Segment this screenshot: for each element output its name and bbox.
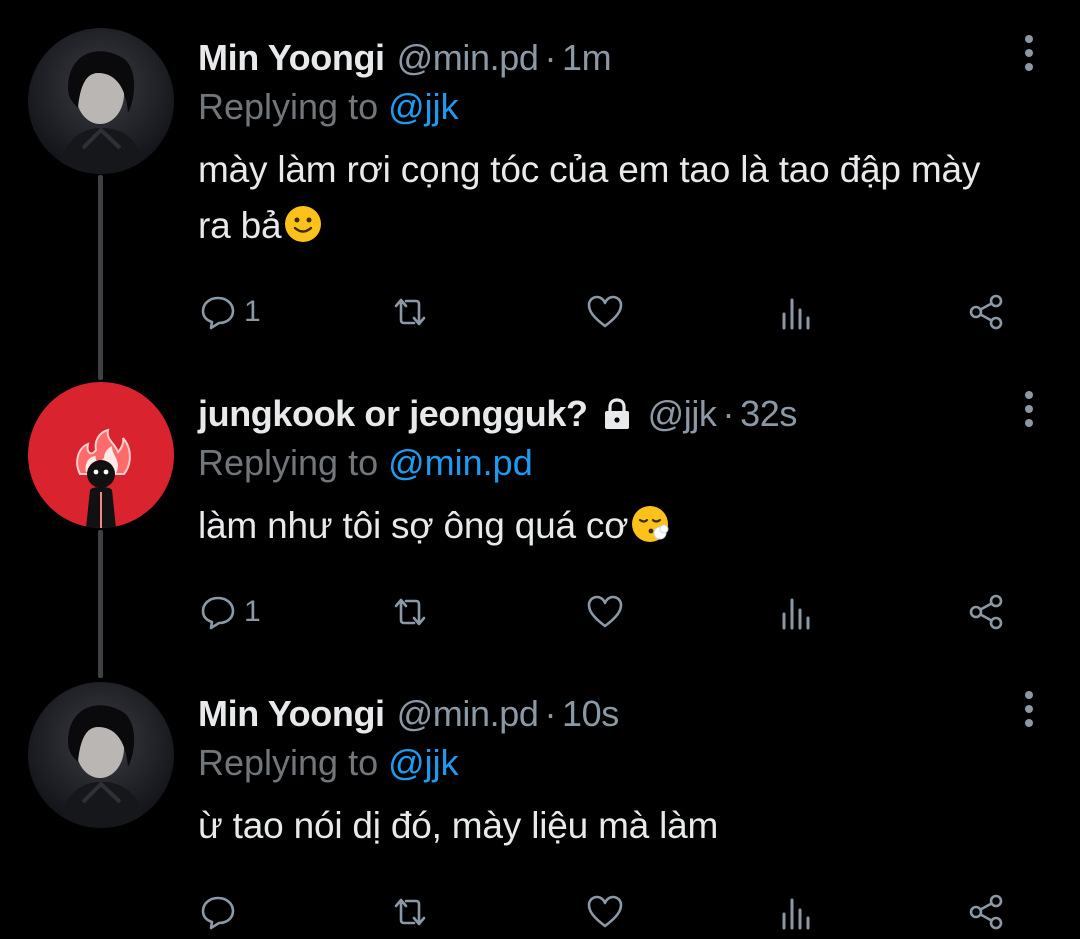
reply-icon (201, 896, 235, 930)
more-options-icon[interactable] (1022, 690, 1036, 730)
lock-icon (604, 398, 629, 429)
more-options-icon[interactable] (1022, 390, 1036, 430)
reply-button[interactable]: 1 (198, 288, 261, 336)
analytics-icon (782, 298, 810, 330)
replying-label: Replying to (198, 442, 379, 483)
reply-target-link[interactable]: @min.pd (388, 442, 533, 483)
like-button[interactable] (585, 588, 625, 636)
retweet-icon (394, 598, 426, 626)
user-handle[interactable]: @jjk (648, 392, 717, 436)
retweet-button[interactable] (390, 288, 430, 336)
share-icon (969, 294, 1003, 330)
reply-button[interactable]: 1 (198, 588, 261, 636)
reply-count: 1 (244, 295, 261, 328)
tweet[interactable]: Min Yoongi @min.pd · 10s Replying to @jj… (0, 680, 1080, 939)
timestamp[interactable]: 1m (562, 36, 612, 80)
like-button[interactable] (585, 888, 625, 936)
share-icon (969, 894, 1003, 930)
analytics-icon (782, 898, 810, 930)
timestamp[interactable]: 32s (740, 392, 797, 436)
face-exhaling-icon (632, 506, 669, 542)
reply-icon (201, 296, 235, 330)
replying-label: Replying to (198, 742, 379, 783)
retweet-icon (394, 298, 426, 326)
share-button[interactable] (966, 588, 1006, 636)
heart-icon (587, 595, 623, 628)
analytics-button[interactable] (776, 888, 816, 936)
heart-icon (587, 895, 623, 928)
separator: · (722, 393, 735, 434)
analytics-button[interactable] (776, 588, 816, 636)
tweet-text: ừ tao nói dị đó, mày liệu mà làm (198, 805, 719, 846)
display-name[interactable]: Min Yoongi (198, 692, 385, 736)
tweet[interactable]: jungkook or jeongguk? @jjk · 32s Replyin… (0, 360, 1080, 680)
separator: · (544, 693, 557, 734)
heart-icon (587, 295, 623, 328)
display-name[interactable]: jungkook or jeongguk? (198, 392, 588, 436)
reply-count: 1 (244, 595, 261, 628)
share-button[interactable] (966, 288, 1006, 336)
tweet-text-container: làm như tôi sợ ông quá cơ (198, 498, 1020, 554)
tweet-text-container: mày làm rơi cọng tóc của em tao là tao đ… (198, 142, 1020, 254)
user-handle[interactable]: @min.pd (397, 692, 539, 736)
reply-button[interactable] (198, 888, 244, 936)
tweet-text-container: ừ tao nói dị đó, mày liệu mà làm (198, 798, 1020, 854)
share-button[interactable] (966, 888, 1006, 936)
avatar[interactable] (28, 682, 174, 828)
timestamp[interactable]: 10s (562, 692, 619, 736)
display-name[interactable]: Min Yoongi (198, 36, 385, 80)
analytics-button[interactable] (776, 288, 816, 336)
retweet-button[interactable] (390, 888, 430, 936)
retweet-button[interactable] (390, 588, 430, 636)
replying-label: Replying to (198, 86, 379, 127)
reply-icon (201, 596, 235, 630)
reply-target-link[interactable]: @jjk (388, 86, 459, 127)
share-icon (969, 594, 1003, 630)
analytics-icon (782, 598, 810, 630)
slightly-smiling-face-icon (285, 206, 322, 242)
avatar[interactable] (28, 28, 174, 174)
separator: · (544, 37, 557, 78)
avatar[interactable] (28, 382, 174, 528)
like-button[interactable] (585, 288, 625, 336)
retweet-icon (394, 898, 426, 926)
more-options-icon[interactable] (1022, 34, 1036, 74)
tweet[interactable]: Min Yoongi @min.pd · 1m Replying to @jjk… (0, 0, 1080, 360)
reply-target-link[interactable]: @jjk (388, 742, 459, 783)
tweet-text: làm như tôi sợ ông quá cơ (198, 505, 629, 546)
user-handle[interactable]: @min.pd (397, 36, 539, 80)
